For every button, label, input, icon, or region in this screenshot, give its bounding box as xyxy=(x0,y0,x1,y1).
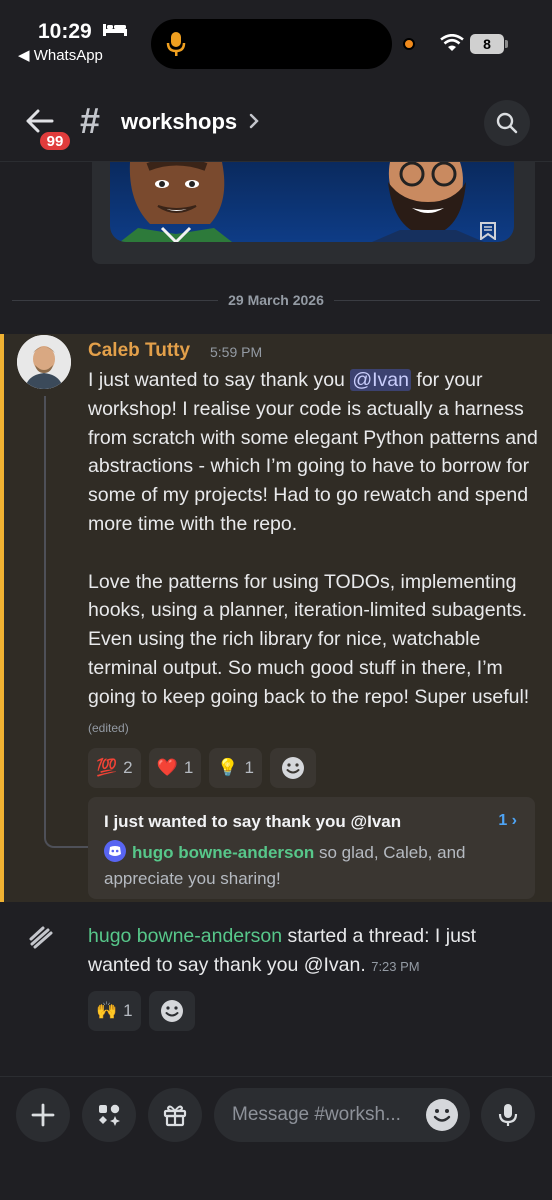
system-reaction-bar: 🙌 1 xyxy=(88,991,195,1031)
message-author[interactable]: Caleb Tutty xyxy=(88,340,190,362)
add-reaction-button[interactable] xyxy=(269,748,316,788)
system-action: started a thread: xyxy=(282,925,435,947)
edited-label: (edited) xyxy=(88,720,129,735)
smiley-icon xyxy=(160,1000,183,1022)
system-actor[interactable]: hugo bowne-anderson xyxy=(88,925,282,947)
voice-message-button[interactable] xyxy=(481,1088,535,1142)
emoji-button[interactable] xyxy=(426,1099,458,1131)
date-divider-label: 29 March 2026 xyxy=(218,292,334,308)
back-to-app-link[interactable]: ◀ WhatsApp xyxy=(18,46,103,64)
channel-hash-icon: # xyxy=(80,100,101,141)
thread-connector-line xyxy=(44,396,88,848)
reaction-count: 1 xyxy=(123,1001,133,1020)
illustration-people xyxy=(120,162,484,242)
microphone-active-icon xyxy=(166,32,186,56)
reaction-count: 2 xyxy=(123,758,133,777)
gift-icon xyxy=(163,1105,187,1127)
thread-latest-reply: hugo bowne-anderson so glad, Caleb, and … xyxy=(104,840,524,892)
channel-header: 99 # workshops xyxy=(0,78,552,162)
message-paragraph-2: Love the patterns for using TODOs, imple… xyxy=(88,568,540,743)
thread-preview-card[interactable]: I just wanted to say thank you @Ivan 1 ›… xyxy=(88,797,535,899)
wifi-icon xyxy=(440,34,464,51)
status-bar: 10:29 ◀ WhatsApp 8 xyxy=(0,0,552,78)
thread-icon xyxy=(29,926,53,949)
add-attachment-button[interactable] xyxy=(16,1088,70,1142)
channel-title[interactable]: workshops xyxy=(121,109,237,135)
avatar[interactable] xyxy=(17,335,71,389)
gift-button[interactable] xyxy=(148,1088,202,1142)
message-text-part: for your workshop! I realise your code i… xyxy=(88,369,538,535)
thread-message-count: 1 › xyxy=(498,812,517,829)
system-timestamp: 7:23 PM xyxy=(371,959,420,974)
message-input[interactable] xyxy=(232,1088,422,1142)
avatar-photo xyxy=(17,335,71,389)
heart-icon: ❤️ xyxy=(156,758,178,777)
dynamic-island xyxy=(151,19,392,69)
battery-indicator: 8 xyxy=(470,34,504,54)
discord-logo-icon xyxy=(104,840,126,862)
microphone-icon xyxy=(498,1104,518,1126)
apps-icon xyxy=(99,1104,120,1126)
unread-badge: 99 xyxy=(38,130,72,152)
reaction-lightbulb[interactable]: 💡 1 xyxy=(209,748,262,788)
chevron-right-icon[interactable] xyxy=(248,112,260,130)
apps-button[interactable] xyxy=(82,1088,136,1142)
reaction-hundred[interactable]: 💯 2 xyxy=(88,748,141,788)
lightbulb-icon: 💡 xyxy=(217,758,239,777)
sleep-bed-icon xyxy=(103,24,127,36)
message-paragraph-1: I just wanted to say thank you @Ivan for… xyxy=(88,366,540,539)
search-icon xyxy=(496,112,518,134)
battery-cap xyxy=(505,40,508,48)
user-mention[interactable]: @Ivan xyxy=(350,369,411,391)
privacy-indicator-dot xyxy=(403,38,415,50)
search-button[interactable] xyxy=(484,100,530,146)
reaction-raised-hands[interactable]: 🙌 1 xyxy=(88,991,141,1031)
embedded-illustration-image[interactable] xyxy=(110,162,514,242)
message-timestamp: 5:59 PM xyxy=(210,344,263,360)
add-reaction-button[interactable] xyxy=(148,991,195,1031)
message-body: I just wanted to say thank you @Ivan for… xyxy=(88,366,540,742)
message-text-part: I just wanted to say thank you xyxy=(88,369,351,391)
reaction-count: 1 xyxy=(244,758,254,777)
hundred-points-icon: 💯 xyxy=(96,758,118,777)
reaction-count: 1 xyxy=(183,758,194,777)
plus-icon xyxy=(31,1103,55,1127)
thread-title: I just wanted to say thank you @Ivan xyxy=(104,812,402,831)
raised-hands-icon: 🙌 xyxy=(96,1001,118,1020)
status-time: 10:29 xyxy=(38,20,92,43)
smiley-icon xyxy=(281,757,304,779)
date-divider: 29 March 2026 xyxy=(0,292,552,308)
reaction-bar: 💯 2 ❤️ 1 💡 1 xyxy=(88,748,316,788)
message-text-part: Love the patterns for using TODOs, imple… xyxy=(88,570,530,708)
message-input-wrapper xyxy=(214,1088,470,1142)
smiley-icon xyxy=(433,1109,451,1122)
reaction-heart[interactable]: ❤️ 1 xyxy=(148,748,202,788)
thread-started-message: hugo bowne-anderson started a thread: I … xyxy=(88,922,528,981)
bookmark-icon[interactable] xyxy=(480,222,496,240)
reply-author: hugo bowne-anderson xyxy=(132,843,315,862)
